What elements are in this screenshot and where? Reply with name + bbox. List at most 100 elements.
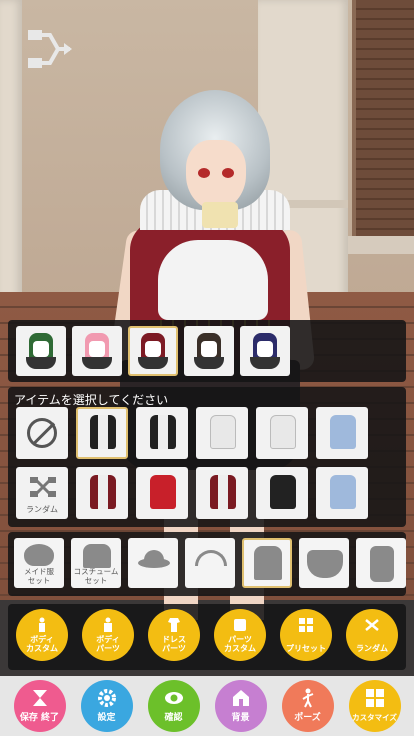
body-icon [39,617,45,632]
costume-icon [83,544,111,568]
category-maid-set[interactable]: メイド服 セット [14,538,64,588]
outfit-thumbnail [330,475,356,509]
item-maid-dress-red[interactable] [76,467,128,519]
color-variant-red[interactable] [128,326,178,376]
color-variant-green[interactable] [16,326,66,376]
dress-thumbnail [26,333,56,369]
random-icon [365,619,379,631]
random-button[interactable]: ランダム [346,609,398,661]
main-mode-bar: ボディ カスタム ボディ パーツ ドレス パーツ パーツ カスタム プリセット … [8,604,406,670]
outfit-thumbnail [90,415,116,449]
customize-button[interactable]: カスタマイズ [348,680,401,732]
outfit-thumbnail [270,415,296,449]
gear-icon [97,689,116,707]
item-shirt-ribbon[interactable] [256,407,308,459]
preset-label: プリセット [286,644,326,653]
body-parts-label: ボディ パーツ [96,635,120,653]
outer-icon [370,546,394,582]
parts-custom-icon [234,619,246,631]
dress-thumbnail [194,333,224,369]
category-maid-set-label: メイド服 セット [24,567,54,585]
dress-icon [168,618,180,632]
skirt-icon [307,550,343,578]
dress-parts-label: ドレス パーツ [162,635,186,653]
body-custom-button[interactable]: ボディ カスタム [16,609,68,661]
category-headdress[interactable] [185,538,235,588]
save-exit-icon [32,690,47,706]
dress-thumbnail [82,333,112,369]
confirm-view-button[interactable]: 確認 [147,680,200,732]
item-blouse-red-ribbon[interactable] [196,407,248,459]
item-black-suit[interactable] [256,467,308,519]
pillar-left [0,0,22,320]
save-exit-label: 保存 終了 [19,713,60,723]
confirm-label: 確認 [164,713,183,723]
item-red-coat[interactable] [136,467,188,519]
parts-custom-label: パーツ カスタム [224,635,256,653]
grid-icon [299,618,313,632]
item-corset-blouse[interactable] [196,467,248,519]
customize-label: カスタマイズ [352,713,397,722]
category-costume-set[interactable]: コスチューム セット [71,538,121,588]
window-shutter [352,0,414,240]
window-sill [348,236,414,254]
category-bar: メイド服 セット コスチューム セット [8,532,406,596]
color-variant-bar [8,320,406,382]
dress-thumbnail [250,333,280,369]
body-parts-icon [104,617,112,632]
outfit-thumbnail [90,475,116,509]
pose-label: ポーズ [294,713,321,723]
color-variant-black[interactable] [184,326,234,376]
category-outer[interactable] [356,538,406,588]
pose-figure-icon [301,688,313,708]
eye-left [198,168,210,178]
collar [202,202,238,228]
body-parts-button[interactable]: ボディ パーツ [82,609,134,661]
background-label: 背景 [231,713,250,723]
color-variant-pink[interactable] [72,326,122,376]
color-variant-navy[interactable] [240,326,290,376]
item-maid-dress-black[interactable] [76,407,128,459]
eye-icon [164,692,183,704]
category-costume-set-label: コスチューム セット [73,567,119,585]
switch-view-icon[interactable] [24,26,74,72]
item-panel-title: アイテムを選択してください [14,393,169,407]
category-top[interactable] [242,538,292,588]
category-skirt[interactable] [299,538,349,588]
background-button[interactable]: 背景 [214,680,267,732]
apron [158,240,268,320]
item-blue-dress[interactable] [316,407,368,459]
face [186,140,246,210]
random-icon [30,477,56,497]
body-custom-label: ボディ カスタム [26,635,58,653]
outfit-thumbnail [150,415,176,449]
parts-custom-button[interactable]: パーツ カスタム [214,609,266,661]
item-blue-frill[interactable] [316,467,368,519]
grid-icon [365,689,384,707]
eye-right [222,168,234,178]
item-selection-panel: アイテムを選択してください ランダム [8,387,406,527]
item-none[interactable] [16,407,68,459]
prohibited-icon [27,418,57,448]
outfit-thumbnail [150,475,176,509]
pose-button[interactable]: ポーズ [281,680,334,732]
settings-button[interactable]: 設定 [80,680,133,732]
item-maid-dress-long[interactable] [136,407,188,459]
house-icon [232,690,249,706]
category-hat[interactable] [128,538,178,588]
outfit-thumbnail [210,415,236,449]
item-grid: ランダム [16,407,368,519]
top-icon [254,546,282,580]
maid-headdress-icon [24,544,54,566]
outfit-thumbnail [270,475,296,509]
item-random[interactable]: ランダム [16,467,68,519]
bottom-menu-bar: 保存 終了 設定 確認 背景 ポーズ カスタマイズ [0,676,414,736]
outfit-thumbnail [330,415,356,449]
save-exit-button[interactable]: 保存 終了 [13,680,66,732]
dress-parts-button[interactable]: ドレス パーツ [148,609,200,661]
outfit-thumbnail [210,475,236,509]
random-label: ランダム [26,505,58,514]
settings-label: 設定 [97,713,116,723]
random-main-label: ランダム [356,644,388,653]
preset-button[interactable]: プリセット [280,609,332,661]
